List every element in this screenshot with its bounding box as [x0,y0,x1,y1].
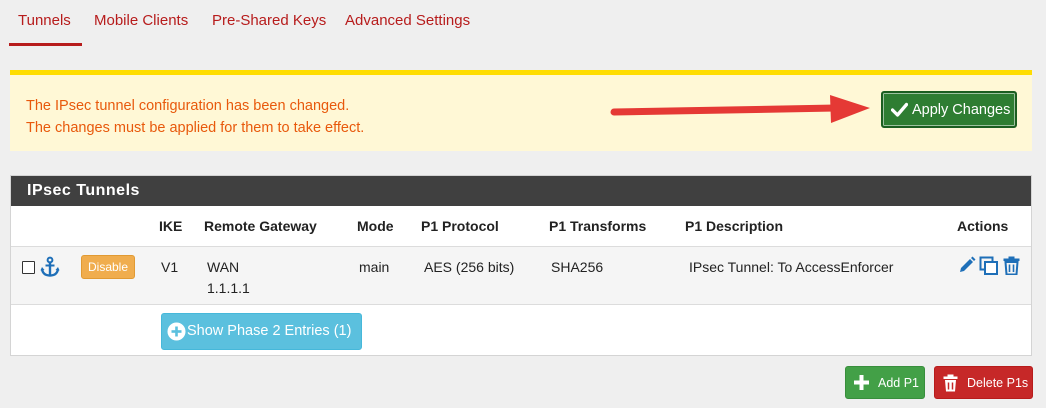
column-header-ike: IKE [159,218,183,234]
column-header-p1-protocol: P1 Protocol [421,218,499,234]
row-gateway-ip: 1.1.1.1 [207,280,250,296]
tab-mobile-clients[interactable]: Mobile Clients [94,12,188,29]
table-row [11,247,1031,304]
tab-advanced-settings[interactable]: Advanced Settings [345,12,470,29]
add-p1-button[interactable]: Add P1 [845,366,925,399]
tab-tunnels[interactable]: Tunnels [18,12,71,29]
column-header-p1-description: P1 Description [685,218,784,234]
row-ike-version: V1 [161,259,179,275]
trash-icon[interactable] [1003,256,1020,275]
column-header-mode: Mode [357,218,394,234]
delete-p1s-button[interactable]: Delete P1s [934,366,1033,399]
plus-icon [854,375,869,390]
row-p1-transforms: SHA256 [551,259,604,275]
row-p1-protocol: AES (256 bits) [424,259,515,275]
row-divider [11,304,1031,305]
copy-icon[interactable] [979,256,999,276]
show-phase2-entries-button[interactable]: Show Phase 2 Entries (1) [161,313,362,350]
ipsec-tunnels-panel: IPsec Tunnels IKE Remote Gateway Mode P1… [10,175,1032,356]
disable-tunnel-button[interactable]: Disable [81,255,135,279]
plus-circle-icon [167,322,186,341]
alert-message-line-1: The IPsec tunnel configuration has been … [26,98,350,114]
panel-header: IPsec Tunnels [11,176,1031,206]
red-arrow-icon [610,95,870,123]
row-mode: main [359,259,390,275]
column-header-p1-transforms: P1 Transforms [549,218,647,234]
anchor-icon [40,256,60,277]
tab-bar: Tunnels Mobile Clients Pre-Shared Keys A… [0,0,1046,48]
column-header-remote-gateway: Remote Gateway [204,218,317,234]
row-gateway-name: WAN [207,259,240,275]
row-select-checkbox[interactable] [22,261,35,274]
apply-changes-button[interactable]: Apply Changes [881,91,1017,128]
apply-changes-label: Apply Changes [912,102,1011,118]
delete-p1s-label: Delete P1s [967,376,1029,390]
alert-message-line-2: The changes must be applied for them to … [26,120,365,136]
pencil-icon[interactable] [958,256,976,274]
column-header-actions: Actions [957,218,1009,234]
trash-icon [943,374,958,392]
active-tab-indicator [9,43,82,46]
config-changed-alert: The IPsec tunnel configuration has been … [10,70,1032,151]
panel-title: IPsec Tunnels [27,182,140,199]
tab-pre-shared-keys[interactable]: Pre-Shared Keys [212,12,326,29]
add-p1-label: Add P1 [878,376,920,390]
check-icon [891,102,908,117]
row-p1-description: IPsec Tunnel: To AccessEnforcer [689,259,894,275]
show-phase2-label: Show Phase 2 Entries (1) [187,323,352,339]
